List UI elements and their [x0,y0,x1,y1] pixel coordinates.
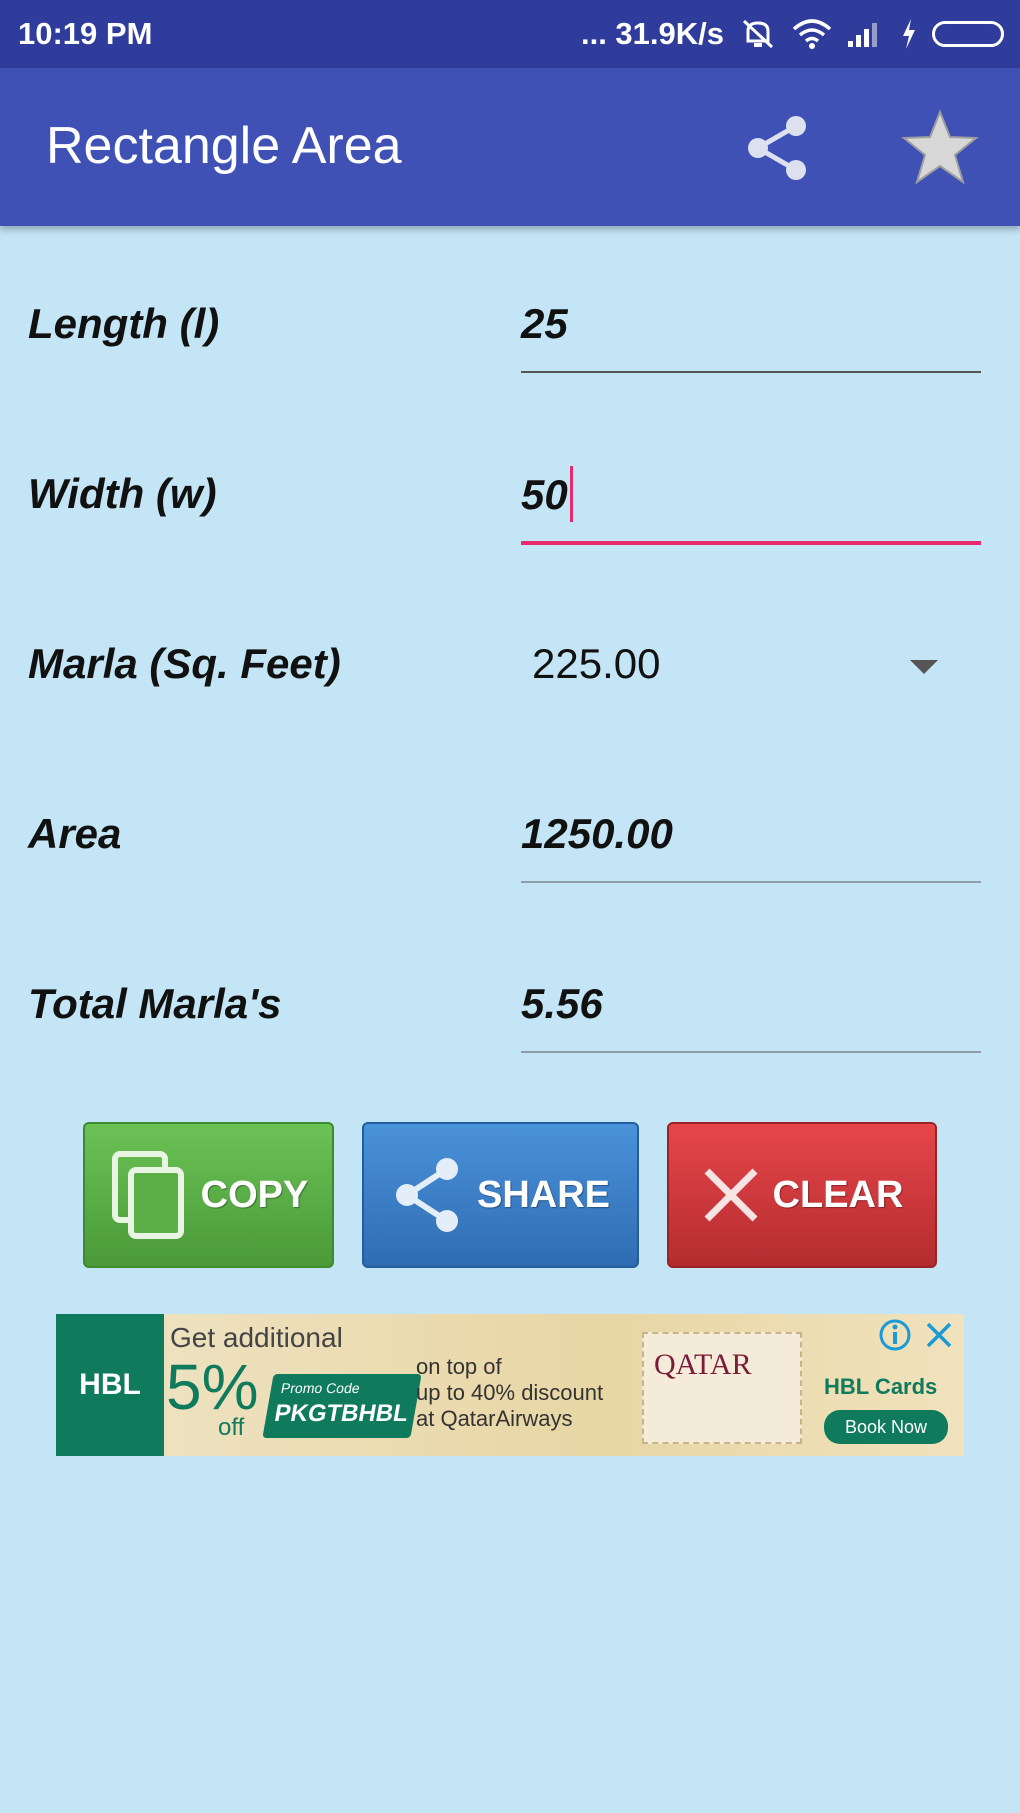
length-label: Length (l) [28,300,220,347]
share-icon [395,1158,458,1232]
ad-percent: 5% [166,1351,259,1423]
ad-line1: on top of [416,1354,502,1379]
copy-button[interactable]: COPY [83,1122,334,1268]
ad-cards: HBL Cards [824,1374,938,1399]
length-value: 25 [521,300,568,347]
marla-dropdown[interactable]: 225.00 [532,640,660,688]
text-cursor [569,466,573,522]
width-value: 50 [521,471,568,519]
area-underline [521,881,981,883]
dropdown-arrow-icon[interactable] [910,660,938,674]
status-bar: 10:19 PM ... 31.9K/s [0,0,1020,68]
area-output: 1250.00 [521,810,981,866]
total-marlas-underline [521,1051,981,1053]
width-value-wrap: 50 [521,466,573,526]
ad-info-icon[interactable] [878,1318,912,1352]
area-value: 1250.00 [521,810,673,857]
share-label: SHARE [476,1173,611,1216]
width-label: Width (w) [28,470,217,517]
ad-book-now-button[interactable]: Book Now [824,1410,948,1444]
status-time: 10:19 PM [18,16,153,51]
signal-icon [848,23,877,47]
share-icon[interactable] [738,108,818,188]
copy-icon [111,1151,184,1239]
ad-line2: up to 40% discount [416,1380,604,1405]
ad-airline: QATAR [654,1348,752,1381]
total-marlas-output: 5.56 [521,980,981,1036]
marla-label: Marla (Sq. Feet) [28,640,341,687]
ad-airline-card: QATAR [642,1332,802,1444]
ad-line3: at QatarAirways [416,1406,573,1431]
ad-promo-code: PKGTBHBL [272,1400,411,1427]
close-icon [704,1168,758,1222]
ad-off: off [218,1414,245,1441]
share-button[interactable]: SHARE [362,1122,639,1268]
area-label: Area [28,810,122,857]
length-input[interactable]: 25 [521,300,981,356]
status-icons: ... 31.9K/s [581,16,1004,52]
length-underline [521,371,981,373]
mute-icon [742,19,774,49]
ad-promo-box: Promo Code PKGTBHBL [262,1374,422,1438]
clear-label: CLEAR [772,1173,904,1216]
clear-button[interactable]: CLEAR [667,1122,937,1268]
ad-brand: HBL [56,1314,164,1456]
network-speed: ... 31.9K/s [580,16,724,51]
charging-icon [903,19,915,49]
ad-close-icon[interactable] [922,1318,956,1352]
copy-label: COPY [200,1173,309,1216]
total-marlas-label: Total Marla's [28,980,282,1027]
ad-text: on top of up to 40% discount at QatarAir… [416,1354,636,1432]
ad-banner[interactable]: HBL Get additional 5% off Promo Code PKG… [56,1314,964,1456]
total-marlas-value: 5.56 [521,980,603,1027]
ad-promo-small: Promo Code [279,1380,362,1396]
width-underline [521,541,981,545]
wifi-icon [792,19,832,49]
app-bar: Rectangle Area [0,68,1020,226]
battery-icon [932,21,1004,47]
star-icon[interactable] [900,108,980,188]
app-title: Rectangle Area [46,117,402,175]
width-input[interactable]: 50 [521,466,981,526]
